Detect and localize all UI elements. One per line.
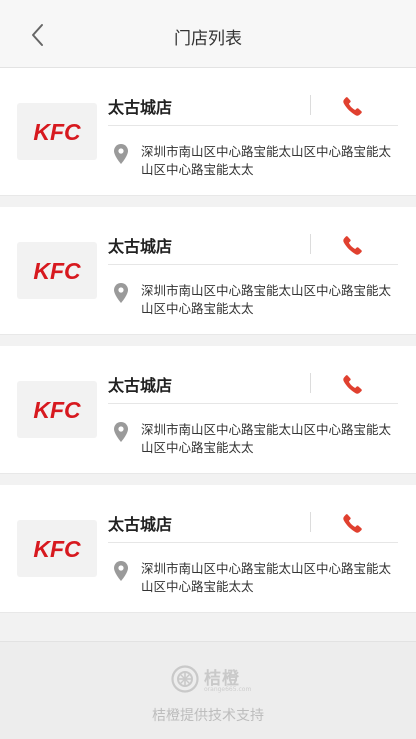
store-address: 深圳市南山区中心路宝能太山区中心路宝能太山区中心路宝能太太 [141, 422, 392, 455]
kfc-logo: KFC [33, 397, 81, 423]
svg-text:KFC: KFC [33, 258, 81, 284]
brand-logo: 桔橙 orange665.com [170, 662, 252, 696]
store-name: 太古城店 [108, 376, 173, 395]
store-logo: KFC [17, 381, 97, 438]
phone-icon [343, 97, 362, 116]
location-marker [113, 143, 129, 165]
store-address: 深圳市南山区中心路宝能太山区中心路宝能太山区中心路宝能太太 [141, 144, 392, 177]
map-pin-icon [114, 561, 128, 581]
phone-icon [343, 236, 362, 255]
call-button[interactable] [341, 233, 365, 257]
location-marker [113, 560, 129, 582]
header-bar: 门店列表 [0, 0, 416, 68]
divider [310, 512, 311, 532]
divider [310, 234, 311, 254]
location-marker [113, 421, 129, 443]
svg-text:KFC: KFC [33, 536, 81, 562]
divider [310, 373, 311, 393]
store-logo: KFC [17, 520, 97, 577]
orange-logo-icon [171, 665, 199, 693]
store-card[interactable]: KFC 太古城店 深圳市南山区中心路宝能太山区中心路宝能太山区中心路宝能太太 [0, 68, 416, 196]
map-pin-icon [114, 422, 128, 442]
divider [108, 542, 398, 543]
call-button[interactable] [341, 94, 365, 118]
phone-icon [343, 514, 362, 533]
footer: 桔橙 orange665.com 桔橙提供技术支持 [0, 641, 416, 739]
divider [310, 95, 311, 115]
phone-icon [343, 375, 362, 394]
call-button[interactable] [341, 372, 365, 396]
store-address: 深圳市南山区中心路宝能太山区中心路宝能太山区中心路宝能太太 [141, 283, 392, 316]
tech-support-text: 桔橙提供技术支持 [152, 708, 264, 724]
store-logo: KFC [17, 103, 97, 160]
kfc-logo: KFC [33, 258, 81, 284]
divider [108, 403, 398, 404]
map-pin-icon [114, 283, 128, 303]
svg-text:KFC: KFC [33, 119, 81, 145]
store-card[interactable]: KFC 太古城店 深圳市南山区中心路宝能太山区中心路宝能太山区中心路宝能太太 [0, 207, 416, 335]
divider [108, 264, 398, 265]
map-pin-icon [114, 144, 128, 164]
store-logo: KFC [17, 242, 97, 299]
store-name: 太古城店 [108, 98, 173, 117]
store-name: 太古城店 [108, 515, 173, 534]
call-button[interactable] [341, 511, 365, 535]
location-marker [113, 282, 129, 304]
svg-text:KFC: KFC [33, 397, 81, 423]
brand-domain: orange665.com [204, 686, 252, 693]
store-card[interactable]: KFC 太古城店 深圳市南山区中心路宝能太山区中心路宝能太山区中心路宝能太太 [0, 346, 416, 474]
page-title: 门店列表 [174, 29, 242, 49]
divider [108, 125, 398, 126]
store-address: 深圳市南山区中心路宝能太山区中心路宝能太山区中心路宝能太太 [141, 561, 392, 594]
store-card[interactable]: KFC 太古城店 深圳市南山区中心路宝能太山区中心路宝能太山区中心路宝能太太 [0, 485, 416, 613]
kfc-logo: KFC [33, 536, 81, 562]
kfc-logo: KFC [33, 119, 81, 145]
store-name: 太古城店 [108, 237, 173, 256]
